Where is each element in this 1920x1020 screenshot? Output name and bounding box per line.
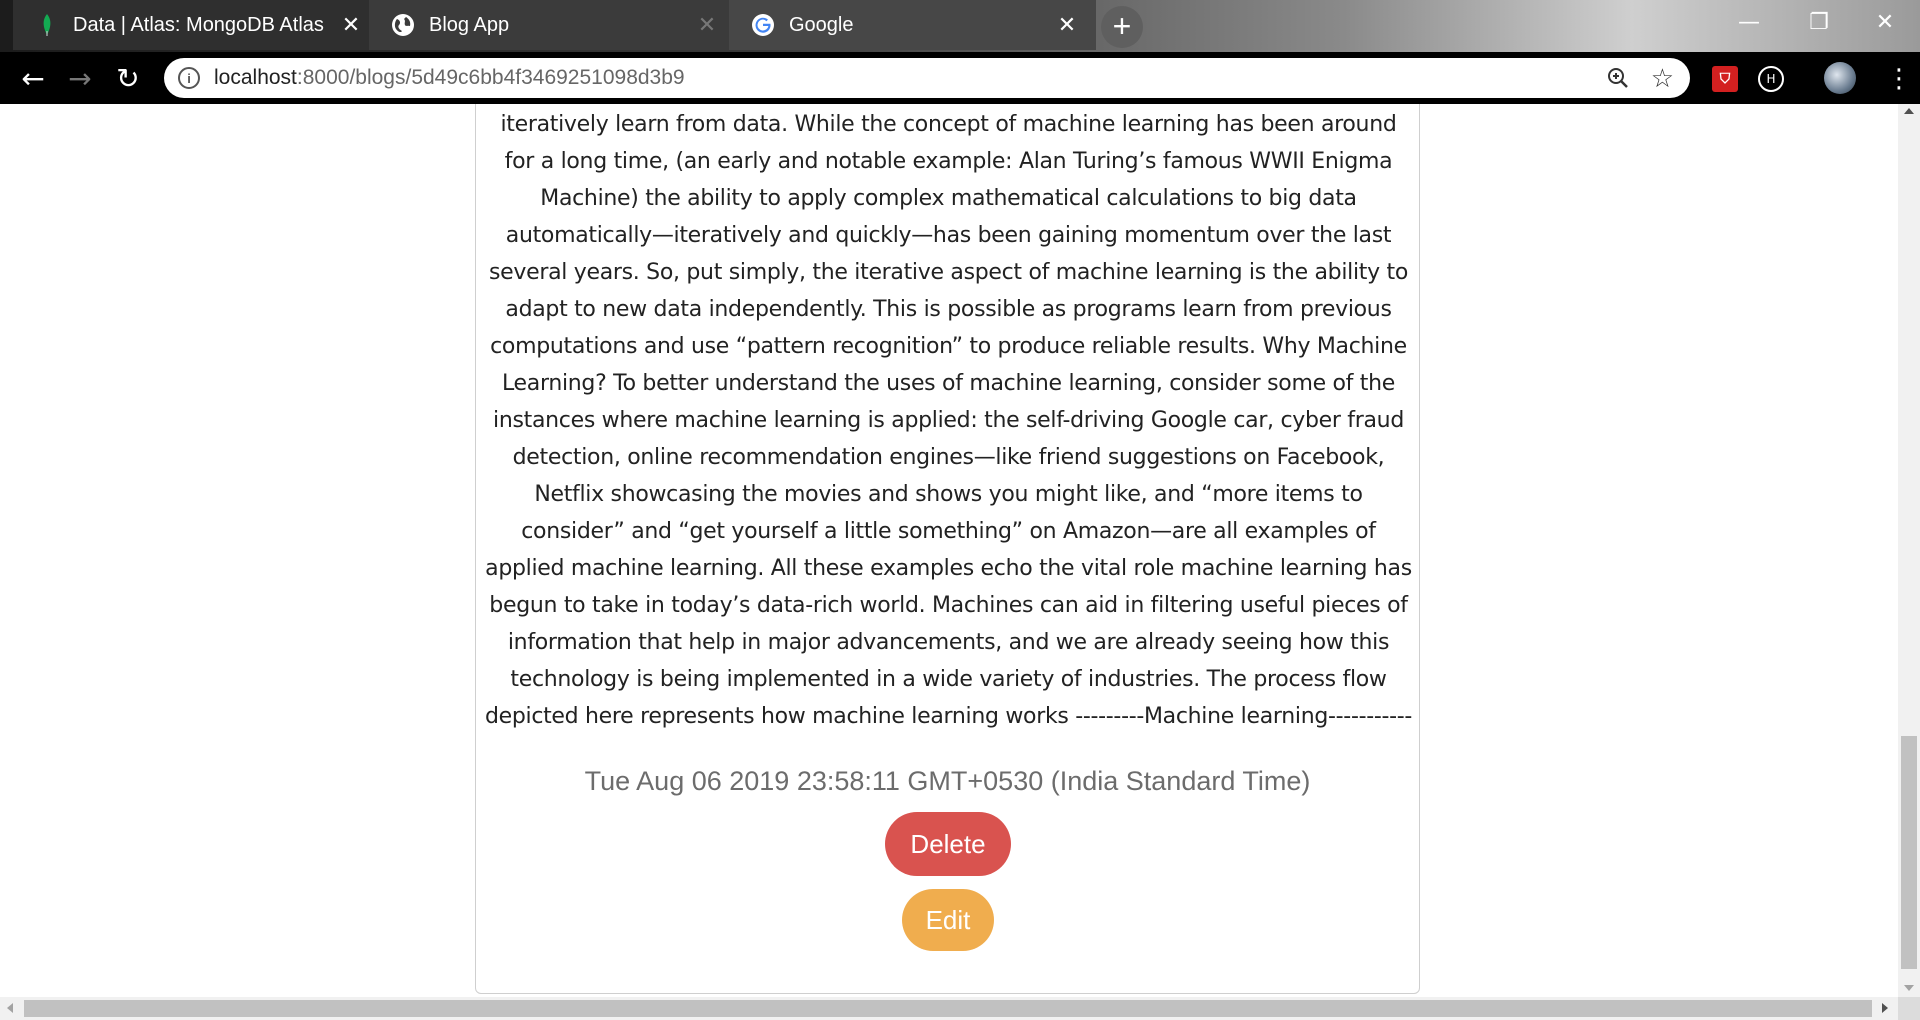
forward-button[interactable]: → [62, 60, 98, 96]
tab-close-icon[interactable]: ✕ [694, 12, 720, 38]
scrollbar-corner [1898, 997, 1920, 1020]
new-tab-button[interactable]: + [1101, 6, 1143, 48]
url-path: :8000/blogs/5d49c6bb4f3469251098d3b9 [296, 66, 685, 89]
tab-title: Blog App [429, 13, 510, 36]
menu-icon[interactable]: ⋮ [1886, 66, 1912, 92]
scroll-down-icon[interactable] [1904, 985, 1914, 991]
mongodb-leaf-icon [43, 14, 51, 36]
tab-strip: Data | Atlas: MongoDB Atlas ✕ Blog App ✕… [0, 0, 1920, 52]
scroll-left-icon[interactable] [7, 1003, 13, 1013]
address-bar[interactable]: i localhost :8000/blogs/5d49c6bb4f346925… [164, 58, 1690, 98]
google-g-icon [752, 14, 774, 36]
blog-body-container: a particular piece of information; inste… [484, 104, 1413, 750]
tab-close-icon[interactable]: ✕ [338, 12, 364, 38]
pocket-icon[interactable]: ⛉ [1712, 66, 1738, 92]
tab-mongodb-atlas[interactable]: Data | Atlas: MongoDB Atlas ✕ [13, 0, 380, 50]
maximize-button[interactable]: ❐ [1784, 0, 1854, 44]
zoom-icon[interactable] [1606, 66, 1630, 90]
tab-title: Google [789, 13, 854, 36]
blog-timestamp: Tue Aug 06 2019 23:58:11 GMT+0530 (India… [584, 766, 1311, 796]
tab-blog-app[interactable]: Blog App ✕ [369, 0, 736, 50]
profile-avatar[interactable] [1824, 62, 1856, 94]
globe-icon [392, 14, 414, 36]
close-window-button[interactable]: ✕ [1850, 0, 1920, 44]
tab-google[interactable]: Google ✕ [729, 0, 1096, 50]
tab-title: Data | Atlas: MongoDB Atlas [73, 13, 324, 36]
site-info-icon[interactable]: i [178, 67, 200, 89]
back-button[interactable]: ← [15, 60, 51, 96]
edit-button[interactable]: Edit [902, 889, 994, 951]
scroll-right-icon[interactable] [1882, 1003, 1888, 1013]
horizontal-scroll-thumb[interactable] [24, 1000, 1872, 1017]
vertical-scroll-thumb[interactable] [1901, 736, 1917, 969]
reload-button[interactable]: ↻ [110, 60, 146, 96]
scroll-up-icon[interactable] [1904, 108, 1914, 114]
delete-button[interactable]: Delete [885, 812, 1011, 876]
blog-body-text: a particular piece of information; inste… [484, 112, 1413, 750]
browser-toolbar: ← → ↻ i localhost :8000/blogs/5d49c6bb4f… [0, 52, 1920, 104]
url-host: localhost [214, 66, 297, 89]
bookmark-star-icon[interactable]: ☆ [1651, 63, 1674, 94]
tab-close-icon[interactable]: ✕ [1054, 12, 1080, 38]
horizontal-scrollbar[interactable] [0, 997, 1920, 1020]
page-viewport: a particular piece of information; inste… [0, 104, 1898, 997]
extension-icon[interactable]: H [1758, 66, 1784, 92]
blog-card: a particular piece of information; inste… [475, 104, 1420, 994]
vertical-scrollbar[interactable] [1898, 104, 1920, 997]
minimize-button[interactable]: — [1714, 0, 1784, 44]
